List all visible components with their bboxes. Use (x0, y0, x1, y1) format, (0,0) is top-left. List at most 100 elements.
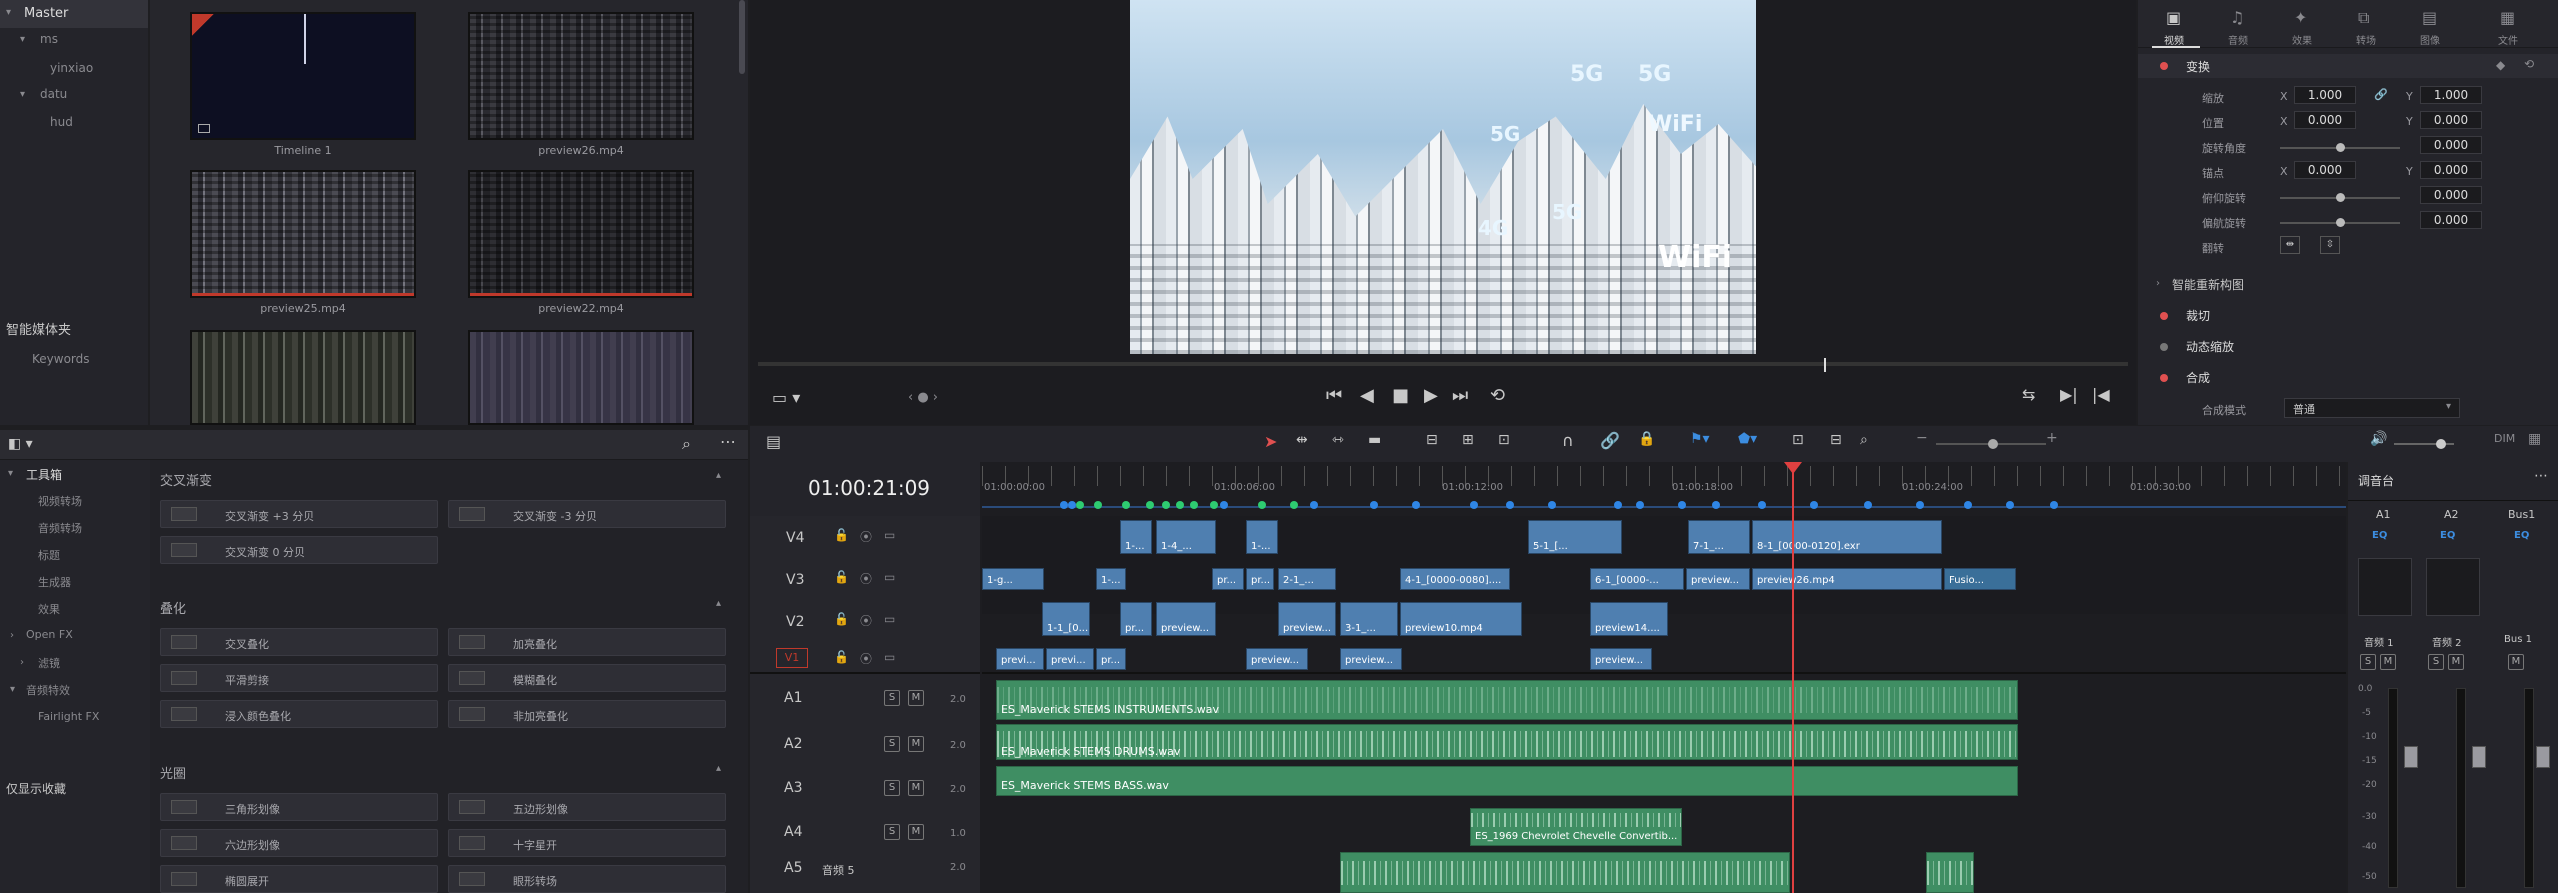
rotation-field[interactable]: 0.000 (2420, 136, 2482, 154)
fader-a1[interactable] (2404, 746, 2418, 768)
tab-audio[interactable]: ♫ 音频 (2216, 4, 2264, 48)
solo-button[interactable]: S (884, 780, 900, 796)
auto-select-icon[interactable]: ⦿ (860, 612, 872, 629)
favorites-title[interactable]: 仅显示收藏 (6, 780, 66, 797)
fader-a2[interactable] (2472, 746, 2486, 768)
marker-dot[interactable] (2050, 501, 2058, 509)
clip[interactable]: preview... (1590, 648, 1652, 670)
track-v1[interactable]: V1 (776, 648, 808, 668)
volume-icon[interactable]: 🔊 (2370, 431, 2387, 447)
fx-item[interactable]: 三角形划像 (160, 793, 438, 821)
go-to-end-icon[interactable]: ⏭ (1452, 385, 1468, 406)
track-enable-icon[interactable]: ▭ (884, 528, 895, 542)
fx-item[interactable]: 椭圆展开 (160, 865, 438, 893)
marker-dot[interactable] (1290, 501, 1298, 509)
marker-dot[interactable] (1864, 501, 1872, 509)
clip-thumb-preview26[interactable] (468, 12, 694, 140)
panel-layout-icon[interactable]: ◧ ▾ (8, 436, 33, 452)
zoom-custom-icon[interactable]: ⌕ (1860, 432, 1868, 448)
marker-dot[interactable] (1190, 501, 1198, 509)
flag-icon[interactable]: ⚑▾ (1690, 431, 1710, 447)
clip[interactable]: 4-1_[0000-0080].... (1400, 568, 1510, 590)
marker-dot[interactable] (1678, 501, 1686, 509)
fx-tree-item[interactable]: 音频转场 (38, 520, 82, 536)
stop-icon[interactable]: ■ (1392, 385, 1409, 406)
clip[interactable]: 1-g... (982, 568, 1044, 590)
clip-thumb-timeline1[interactable] (190, 12, 416, 140)
tab-transition[interactable]: ⧉ 转场 (2344, 4, 2392, 48)
marker-dot[interactable] (1370, 501, 1378, 509)
mute-button[interactable]: M (2448, 654, 2464, 670)
mute-button[interactable]: M (908, 736, 924, 752)
fx-item[interactable]: 交叉渐变 +3 分贝 (160, 500, 438, 528)
track-a1[interactable]: A1 (784, 690, 802, 706)
fx-tree-item[interactable]: 生成器 (38, 574, 71, 590)
reset-icon[interactable]: ⟲ (2524, 57, 2534, 71)
clip[interactable]: preview14.... (1590, 602, 1668, 636)
auto-select-icon[interactable]: ⦿ (860, 528, 872, 545)
mute-button[interactable]: M (908, 824, 924, 840)
zoom-full-icon[interactable]: ⊡ (1792, 432, 1804, 448)
track-v4[interactable]: V4 (786, 530, 804, 546)
lock-icon[interactable]: 🔒 (1638, 431, 1655, 447)
track-enable-icon[interactable]: ▭ (884, 570, 895, 584)
mute-button[interactable]: M (2380, 654, 2396, 670)
track-enable-icon[interactable]: ▭ (884, 612, 895, 626)
fx-tree-item[interactable]: Fairlight FX (38, 710, 99, 723)
marker-dot[interactable] (1162, 501, 1170, 509)
clip-nav-icon[interactable]: ‹ ● › (908, 390, 938, 405)
snapping-icon[interactable]: ∩ (1562, 431, 1574, 450)
fx-item[interactable]: 六边形划像 (160, 829, 438, 857)
solo-button[interactable]: S (884, 690, 900, 706)
marker-dot[interactable] (1506, 501, 1514, 509)
auto-select-icon[interactable]: ⦿ (860, 570, 872, 587)
timeline-view-icon[interactable]: ▤ (766, 432, 781, 451)
clip[interactable]: preview... (1340, 648, 1402, 670)
solo-button[interactable]: S (884, 824, 900, 840)
track-v3[interactable]: V3 (786, 572, 804, 588)
marker-dot[interactable] (1068, 501, 1076, 509)
eq-button[interactable]: EQ (2514, 530, 2529, 541)
more-options-icon[interactable]: ⋯ (2534, 468, 2548, 484)
blade-tool-icon[interactable]: ▬ (1368, 432, 1381, 448)
clip[interactable]: Fusio... (1944, 568, 2016, 590)
eq-button[interactable]: EQ (2372, 530, 2387, 541)
marker-dot[interactable] (1916, 501, 1924, 509)
flip-v-button[interactable]: ⇳ (2320, 236, 2340, 254)
keyframe-icon[interactable]: ◆ (2496, 58, 2505, 72)
clip[interactable]: 1-4_... (1156, 520, 1216, 554)
clip[interactable]: 7-1_... (1688, 520, 1750, 554)
clip-thumb-6[interactable] (468, 330, 694, 425)
flip-h-button[interactable]: ⇹ (2280, 236, 2300, 254)
trim-tool-icon[interactable]: ⇹ (1296, 432, 1308, 448)
marker-dot[interactable] (1094, 501, 1102, 509)
clip[interactable]: 1-1_[0... (1042, 602, 1090, 636)
toolbox-title[interactable]: 工具箱 (26, 466, 62, 483)
mute-button[interactable]: M (2508, 654, 2524, 670)
fx-item[interactable]: 交叉渐变 -3 分贝 (448, 500, 726, 528)
chevron-down-icon[interactable]: ▾ (6, 7, 11, 18)
clip[interactable]: preview... (1246, 648, 1308, 670)
marker-dot[interactable] (1122, 501, 1130, 509)
mute-button[interactable]: M (908, 690, 924, 706)
section-dynamic-zoom[interactable]: 动态缩放 (2186, 338, 2234, 355)
play-icon[interactable]: ▶ (1424, 385, 1438, 406)
fx-tree-item[interactable]: 滤镜 (38, 655, 60, 671)
clip[interactable]: pr... (1120, 602, 1152, 636)
marker-dot[interactable] (1810, 501, 1818, 509)
fx-item[interactable]: 非加亮叠化 (448, 700, 726, 728)
fx-item[interactable]: 模糊叠化 (448, 664, 726, 692)
marker-dot[interactable] (1412, 501, 1420, 509)
timeline-playhead[interactable] (1792, 462, 1794, 893)
clip[interactable]: 1-... (1246, 520, 1278, 554)
dim-button[interactable]: DIM (2494, 432, 2515, 445)
marker-dot[interactable] (1146, 501, 1154, 509)
clip-thumb-preview25[interactable] (190, 170, 416, 298)
section-smart-reframe[interactable]: 智能重新构图 (2172, 276, 2244, 293)
fx-item[interactable]: 十字星开 (448, 829, 726, 857)
marker-dot[interactable] (1548, 501, 1556, 509)
clip[interactable]: preview... (1156, 602, 1216, 636)
bin-datu[interactable]: datu (40, 87, 67, 101)
zoom-y-field[interactable]: 1.000 (2420, 86, 2482, 104)
pan-control[interactable] (2358, 558, 2412, 616)
